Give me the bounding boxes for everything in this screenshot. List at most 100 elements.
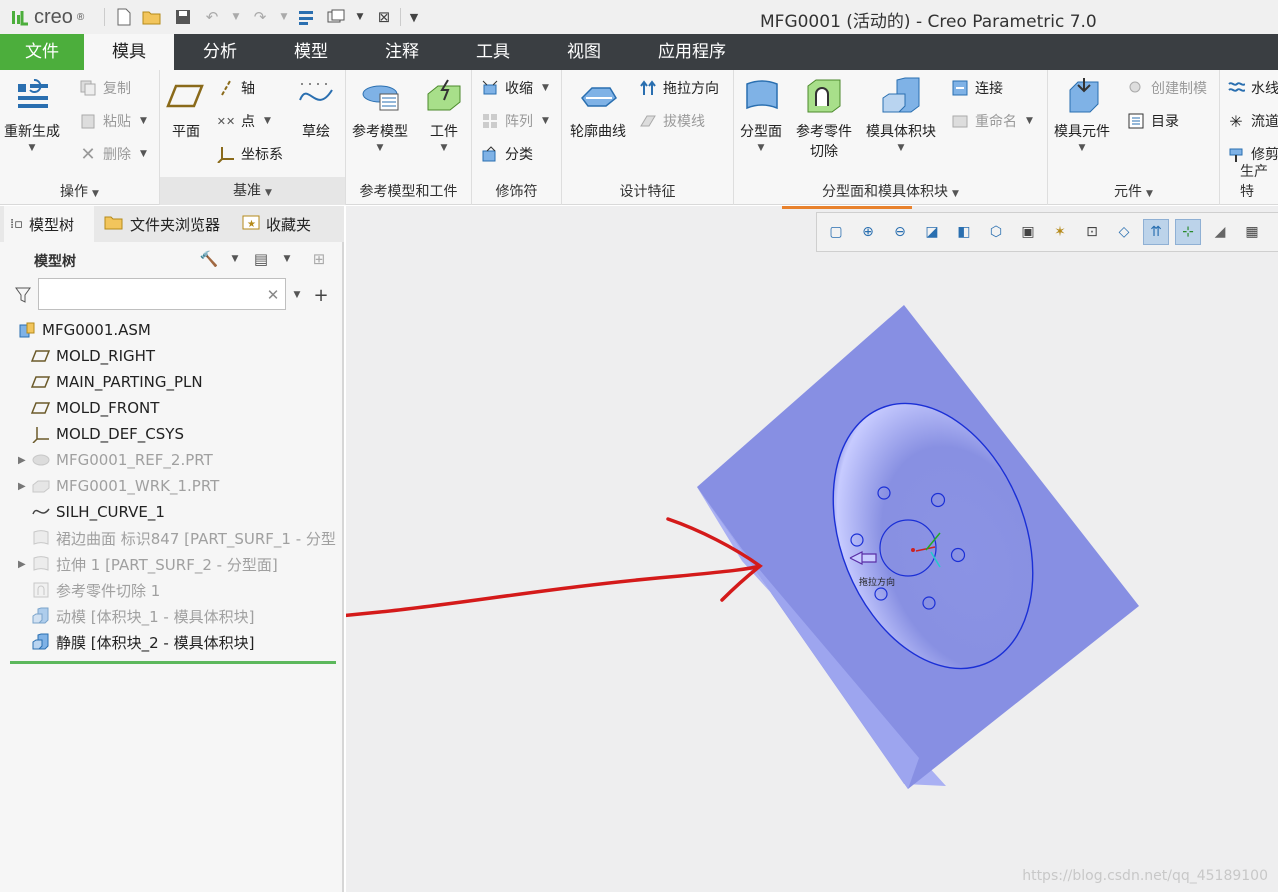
tree-item[interactable]: ▶ 拉伸 1 [PART_SURF_2 - 分型面] — [0, 551, 340, 577]
chevron-down-icon[interactable]: ▼ — [274, 246, 300, 272]
undo-icon[interactable]: ↶ — [202, 7, 222, 27]
tree-search-input[interactable] — [38, 278, 286, 310]
axis-button[interactable]: 轴 — [216, 76, 255, 100]
group-label-components[interactable]: 元件 ▼ — [1048, 181, 1219, 201]
tree-item-label: MOLD_RIGHT — [56, 347, 156, 365]
classify-button[interactable]: 分类 — [480, 142, 533, 166]
tab-view[interactable]: 视图 — [538, 34, 630, 70]
redo-dropdown-icon[interactable]: ▼ — [274, 7, 294, 27]
point-button[interactable]: ✕✕ 点 ▼ — [216, 109, 271, 133]
title-bar: creo ® ↶ ▼ ↷ ▼ ▼ ⊠ ▼ MFG0001 (活动的) - Creo… — [0, 0, 1278, 34]
tree-item[interactable]: MOLD_DEF_CSYS — [0, 421, 340, 447]
tree-item[interactable]: 动模 [体积块_1 - 模具体积块] — [0, 603, 340, 629]
tree-item[interactable]: MOLD_RIGHT — [0, 343, 340, 369]
redo-icon[interactable]: ↷ — [250, 7, 270, 27]
sketch-button[interactable]: 草绘 — [296, 76, 336, 142]
tree-item[interactable]: ▶ MFG0001_WRK_1.PRT — [0, 473, 340, 499]
search-dropdown-icon[interactable]: ▼ — [284, 282, 310, 308]
add-icon[interactable]: + — [308, 282, 334, 308]
expand-arrow-icon[interactable]: ▶ — [18, 481, 30, 492]
tab-analysis[interactable]: 分析 — [174, 34, 266, 70]
connect-button[interactable]: 连接 — [950, 76, 1003, 100]
ref-part-cutout-button[interactable]: 参考零件 切除 — [796, 76, 852, 162]
create-mold-icon — [1126, 78, 1146, 98]
tree-item[interactable]: MOLD_FRONT — [0, 395, 340, 421]
chevron-down-icon: ▼ — [28, 143, 36, 153]
parting-surface-button[interactable]: 分型面 ▼ — [740, 76, 782, 154]
tree-settings-icon[interactable]: 🔨 — [196, 246, 222, 272]
tree-item[interactable]: SILH_CURVE_1 — [0, 499, 340, 525]
tree-item[interactable]: ▶ MFG0001_REF_2.PRT — [0, 447, 340, 473]
cutout-icon — [30, 580, 52, 600]
close-window-icon[interactable]: ⊠ — [374, 7, 394, 27]
tree-filter-grid-icon[interactable]: ⊞ — [306, 246, 332, 272]
paste-button[interactable]: 粘贴 ▼ — [78, 109, 147, 133]
expand-arrow-icon[interactable]: ▶ — [18, 455, 30, 466]
mold-component-button[interactable]: 模具元件 ▼ — [1054, 76, 1110, 154]
expand-arrow-icon[interactable]: ▶ — [18, 559, 30, 570]
tree-item-label: 动模 [体积块_1 - 模具体积块] — [56, 607, 255, 626]
regenerate-quick-icon[interactable] — [296, 7, 316, 27]
shrink-button[interactable]: 收缩 ▼ — [480, 76, 549, 100]
tab-mold[interactable]: 模具 — [84, 34, 174, 70]
workpiece-label: 工件 — [430, 124, 458, 140]
create-mold-button[interactable]: 创建制模 — [1126, 76, 1207, 100]
group-label-operations[interactable]: 操作 ▼ — [0, 181, 159, 201]
tree-item[interactable]: 参考零件切除 1 — [0, 577, 340, 603]
chevron-down-icon[interactable]: ▼ — [222, 246, 248, 272]
create-mold-label: 创建制模 — [1151, 81, 1207, 97]
plane-button[interactable]: 平面 — [166, 76, 206, 142]
tree-item[interactable]: MFG0001.ASM — [0, 317, 340, 343]
tree-item[interactable]: 裙边曲面 标识847 [PART_SURF_1 - 分型 — [0, 525, 340, 551]
plane-label: 平面 — [172, 124, 200, 140]
show-columns-icon[interactable]: ▤ — [248, 246, 274, 272]
group-label-parting[interactable]: 分型面和模具体积块 ▼ — [734, 181, 1047, 201]
draft-line-label: 拔模线 — [663, 114, 705, 130]
pattern-button[interactable]: 阵列 ▼ — [480, 109, 549, 133]
ref-model-button[interactable]: 参考模型 ▼ — [352, 76, 408, 154]
water-line-button[interactable]: 水线 — [1226, 76, 1278, 100]
save-icon[interactable] — [173, 7, 193, 27]
regenerate-icon — [12, 76, 52, 116]
tree-item-label: MOLD_FRONT — [56, 399, 160, 417]
clear-search-icon[interactable]: ✕ — [260, 282, 286, 308]
regenerate-button[interactable]: 重新生成 ▼ — [4, 76, 60, 154]
tab-annotate[interactable]: 注释 — [356, 34, 448, 70]
graphics-window[interactable]: ▢ ⊕ ⊖ ◪ ◧ ⬡ ▣ ✶ ⊡ ◇ ⇈ ⊹ ◢ ▦ ▸ — [346, 206, 1278, 892]
windows-dropdown-icon[interactable]: ▼ — [350, 7, 370, 27]
draft-line-icon — [638, 111, 658, 131]
tab-file[interactable]: 文件 — [0, 34, 84, 70]
tab-model[interactable]: 模型 — [266, 34, 356, 70]
silhouette-curve-button[interactable]: 轮廓曲线 — [570, 76, 626, 142]
new-file-icon[interactable] — [114, 7, 134, 27]
tab-folder-browser[interactable]: 文件夹浏览器 — [98, 206, 234, 242]
filter-icon[interactable] — [10, 282, 36, 308]
group-label-datum[interactable]: 基准 ▼ — [160, 177, 345, 205]
undo-dropdown-icon[interactable]: ▼ — [226, 7, 246, 27]
csys-button[interactable]: 坐标系 — [216, 142, 283, 166]
customize-qat-icon[interactable]: ▼ — [404, 7, 424, 27]
tree-item[interactable]: MAIN_PARTING_PLN — [0, 369, 340, 395]
mold-volume-button[interactable]: 模具体积块 ▼ — [866, 76, 936, 154]
rename-button[interactable]: 重命名 ▼ — [950, 109, 1033, 133]
tab-favorites[interactable]: ★ 收藏夹 — [236, 206, 336, 242]
tab-tools[interactable]: 工具 — [448, 34, 538, 70]
pull-direction-button[interactable]: 拖拉方向 — [638, 76, 719, 100]
tree-item-label: MFG0001_REF_2.PRT — [56, 451, 213, 469]
workpiece-button[interactable]: 工件 ▼ — [424, 76, 464, 154]
ref-model-label: 参考模型 — [352, 124, 408, 140]
tab-applications[interactable]: 应用程序 — [630, 34, 754, 70]
paste-label: 粘贴 — [103, 114, 131, 130]
water-line-label: 水线 — [1251, 81, 1278, 97]
runner-button[interactable]: ✳ 流道 — [1226, 109, 1278, 133]
tab-model-tree[interactable]: ⁞▫ 模型树 — [4, 206, 94, 242]
model-viewport[interactable]: 拖拉方向 — [346, 206, 1278, 892]
copy-button[interactable]: 复制 — [78, 76, 131, 100]
catalog-button[interactable]: 目录 — [1126, 109, 1179, 133]
open-folder-icon[interactable] — [142, 7, 162, 27]
windows-icon[interactable] — [326, 7, 346, 27]
tree-item[interactable]: 静膜 [体积块_2 - 模具体积块] — [0, 629, 340, 655]
draft-line-button[interactable]: 拔模线 — [638, 109, 705, 133]
shrink-label: 收缩 — [505, 81, 533, 97]
delete-button[interactable]: ✕ 删除 ▼ — [78, 142, 146, 166]
